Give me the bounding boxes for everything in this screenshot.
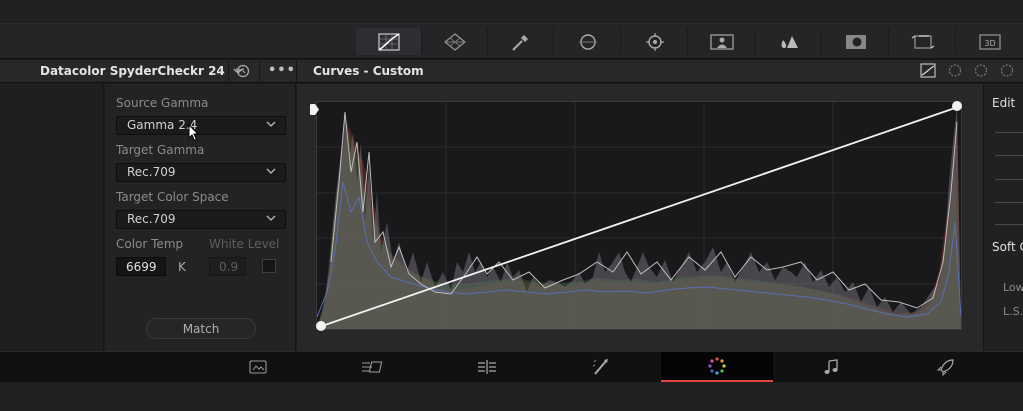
footer-strip — [0, 382, 1023, 411]
blur-icon — [781, 35, 798, 48]
color-page-icon — [708, 357, 726, 375]
key-tool-button[interactable] — [823, 28, 889, 55]
source-gamma-label: Source Gamma — [116, 96, 209, 110]
edit-page-icon — [478, 360, 496, 374]
source-gamma-value: Gamma 2.4 — [127, 118, 198, 132]
edit-slider[interactable] — [995, 132, 1023, 133]
color-chart-selector[interactable]: Datacolor SpyderCheckr 24 — [40, 64, 243, 78]
header-divider — [259, 60, 260, 83]
curve-black-point-handle[interactable] — [316, 321, 326, 331]
key-icon — [845, 34, 866, 49]
edit-slider[interactable] — [995, 202, 1023, 203]
target-color-space-value: Rec.709 — [127, 212, 176, 226]
sat-curve-button[interactable] — [972, 63, 990, 82]
warper-icon — [443, 32, 466, 51]
sizing-icon — [911, 34, 934, 49]
qualifier-tool-button[interactable] — [488, 28, 554, 55]
white-level-label: White Level — [209, 237, 280, 251]
3d-icon: 3D — [979, 33, 1001, 50]
chevron-down-icon — [266, 168, 276, 174]
soft-clip-label: Soft C — [992, 240, 1023, 254]
color-chart-name: Datacolor SpyderCheckr 24 — [40, 64, 225, 78]
color-palette-toolbar: 3D — [0, 24, 1023, 59]
magic-mask-tool-button[interactable] — [689, 28, 755, 55]
tracker-tool-button[interactable] — [622, 28, 688, 55]
match-button[interactable]: Match — [146, 318, 256, 339]
more-options-icon[interactable]: ••• — [268, 63, 296, 78]
low-label: Low — [1003, 281, 1023, 294]
panel-title: Curves - Custom — [313, 64, 424, 78]
media-page-icon — [249, 360, 267, 374]
tracker-icon — [645, 32, 664, 51]
qualifier-icon — [511, 34, 528, 51]
color-temp-input[interactable]: 6699 — [116, 257, 166, 276]
color-temp-label: Color Temp — [116, 237, 184, 251]
hue-curve-button[interactable] — [946, 63, 964, 82]
3d-tool-button[interactable]: 3D — [957, 28, 1023, 55]
color-temp-unit: K — [178, 260, 186, 274]
curves-icon — [377, 32, 400, 51]
target-gamma-dropdown[interactable]: Rec.709 — [116, 163, 286, 182]
curve-white-point-handle[interactable] — [952, 101, 962, 111]
target-color-space-label: Target Color Space — [116, 190, 229, 204]
window-tool-button[interactable] — [555, 28, 621, 55]
chevron-down-icon — [266, 121, 276, 127]
chevron-down-icon — [266, 215, 276, 221]
deliver-page-button[interactable] — [890, 352, 1002, 382]
edit-slider[interactable] — [995, 155, 1023, 156]
curve-graph[interactable] — [316, 101, 962, 330]
curve-mode-button[interactable] — [920, 63, 936, 82]
svg-text:3D: 3D — [984, 39, 995, 48]
white-level-input[interactable]: 0.9 — [209, 257, 246, 276]
media-page-button[interactable] — [202, 352, 314, 382]
edit-slider[interactable] — [995, 224, 1023, 225]
source-gamma-dropdown[interactable]: Gamma 2.4 — [116, 116, 286, 135]
histogram-luma — [317, 107, 961, 329]
fairlight-page-icon — [824, 359, 838, 374]
edit-slider[interactable] — [995, 179, 1023, 180]
sizing-tool-button[interactable] — [890, 28, 956, 55]
white-level-checkbox[interactable] — [262, 259, 276, 273]
lum-curve-icon — [1000, 64, 1014, 77]
reset-icon — [236, 64, 250, 78]
fusion-page-button[interactable] — [545, 352, 657, 382]
target-gamma-value: Rec.709 — [127, 165, 176, 179]
fusion-page-icon — [592, 359, 608, 375]
top-strip — [0, 0, 1023, 24]
target-color-space-dropdown[interactable]: Rec.709 — [116, 210, 286, 229]
window-icon — [578, 33, 597, 50]
curve-mode-icon — [920, 63, 936, 78]
cut-page-icon — [362, 361, 383, 373]
warper-tool-button[interactable] — [422, 28, 488, 55]
header-divider — [296, 60, 297, 83]
magic-mask-icon — [709, 33, 734, 50]
fairlight-page-button[interactable] — [775, 352, 887, 382]
edit-label: Edit — [992, 96, 1016, 110]
ls-label: L.S. — [1003, 305, 1023, 318]
cut-page-button[interactable] — [316, 352, 428, 382]
edit-page-button[interactable] — [431, 352, 543, 382]
curves-tool-button[interactable] — [356, 28, 422, 55]
deliver-page-icon — [937, 359, 954, 376]
curve-input-marker-icon[interactable] — [309, 101, 320, 120]
lum-curve-button[interactable] — [998, 63, 1016, 82]
curve-graph-canvas — [317, 102, 961, 329]
color-page-button[interactable] — [661, 352, 773, 382]
target-gamma-label: Target Gamma — [116, 143, 205, 157]
sat-curve-icon — [974, 64, 988, 77]
hue-curve-icon — [948, 64, 962, 77]
node-list-area — [0, 84, 104, 351]
blur-tool-button[interactable] — [756, 28, 822, 55]
reset-button[interactable] — [235, 63, 251, 83]
